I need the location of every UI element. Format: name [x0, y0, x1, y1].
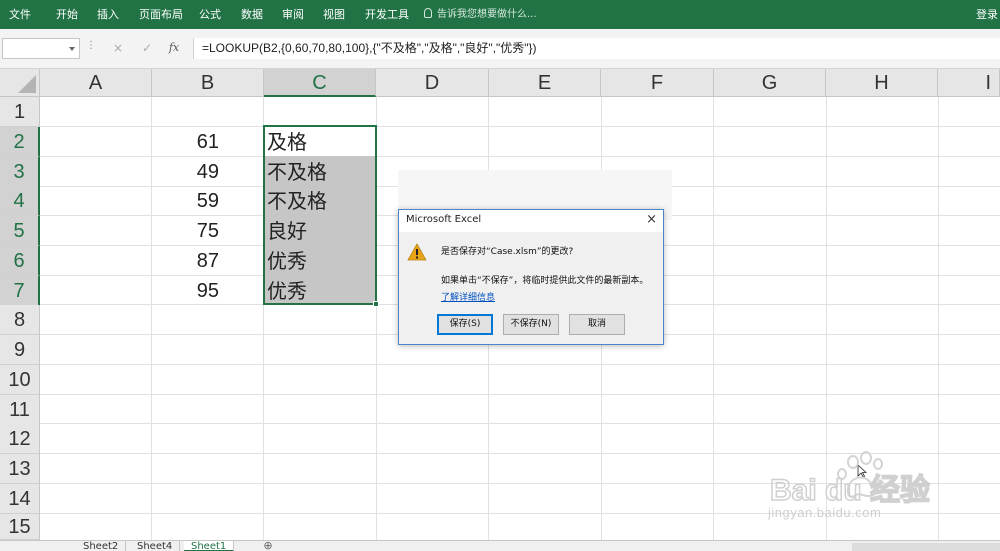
grid-line	[40, 364, 1000, 365]
cell-b7[interactable]: 95	[152, 276, 264, 306]
horizontal-scrollbar[interactable]	[852, 543, 1000, 551]
dont-save-button[interactable]: 不保存(N)	[503, 314, 559, 335]
row-header-9[interactable]: 9	[0, 335, 40, 365]
row-header-1[interactable]: 1	[0, 97, 40, 127]
grip-dots-icon: ⋮	[86, 40, 96, 51]
tab-data[interactable]: 数据	[241, 0, 263, 29]
row-header-6[interactable]: 6	[0, 246, 40, 276]
cell-b2[interactable]: 61	[152, 127, 264, 157]
save-changes-dialog: Microsoft Excel × 是否保存对“Case.xlsm”的更改? 如…	[398, 209, 664, 345]
column-header-i[interactable]: I	[938, 69, 1000, 97]
row-header-4[interactable]: 4	[0, 186, 40, 216]
tell-me-search[interactable]: 告诉我您想要做什么...	[424, 0, 537, 29]
fill-handle[interactable]	[373, 301, 379, 307]
name-box[interactable]	[2, 38, 80, 59]
insert-function-icon[interactable]: fx	[164, 39, 184, 57]
row-header-2[interactable]: 2	[0, 127, 40, 157]
add-sheet-icon[interactable]: ⊕	[262, 540, 274, 551]
row-header-15[interactable]: 15	[0, 514, 40, 540]
cell-b3[interactable]: 49	[152, 157, 264, 187]
row-header-13[interactable]: 13	[0, 454, 40, 484]
dialog-title: Microsoft Excel	[406, 214, 482, 225]
login-link[interactable]: 登录	[976, 0, 998, 29]
lightbulb-icon	[424, 8, 432, 18]
column-header-a[interactable]: A	[40, 69, 152, 97]
sheet-tab-bar: Sheet2 Sheet4 Sheet1 ⊕	[0, 540, 1000, 551]
column-header-e[interactable]: E	[489, 69, 601, 97]
grid-line	[40, 394, 1000, 395]
column-header-d[interactable]: D	[376, 69, 489, 97]
sheet-tab-sheet1[interactable]: Sheet1	[184, 541, 235, 551]
row-header-12[interactable]: 12	[0, 424, 40, 454]
row-header-14[interactable]: 14	[0, 484, 40, 514]
row-header-8[interactable]: 8	[0, 305, 40, 335]
column-header-f[interactable]: F	[601, 69, 714, 97]
selection-border	[263, 125, 377, 305]
grid-line	[713, 97, 714, 540]
grid-line	[40, 423, 1000, 424]
select-all-triangle-icon	[18, 75, 36, 93]
tab-page-layout[interactable]: 页面布局	[139, 0, 183, 29]
tab-formulas[interactable]: 公式	[199, 0, 221, 29]
close-icon[interactable]: ×	[646, 213, 657, 227]
formula-bar: ⋮ × ✓ fx =LOOKUP(B2,{0,60,70,80,100},{"不…	[0, 29, 1000, 69]
row-header-3[interactable]: 3	[0, 157, 40, 187]
row-header-11[interactable]: 11	[0, 395, 40, 425]
column-header-c[interactable]: C	[264, 69, 376, 97]
row-header-5[interactable]: 5	[0, 216, 40, 246]
save-button[interactable]: 保存(S)	[437, 314, 493, 335]
column-header-h[interactable]: H	[826, 69, 938, 97]
row-header-10[interactable]: 10	[0, 365, 40, 395]
dialog-question: 是否保存对“Case.xlsm”的更改?	[441, 247, 574, 257]
dialog-info: 如果单击“不保存”，将临时提供此文件的最新副本。	[441, 276, 649, 286]
cell-b5[interactable]: 75	[152, 216, 264, 246]
tab-developer[interactable]: 开发工具	[365, 0, 409, 29]
cancel-icon[interactable]: ×	[108, 39, 128, 57]
cell-b4[interactable]: 59	[152, 186, 264, 216]
tab-review[interactable]: 审阅	[282, 0, 304, 29]
column-header-b[interactable]: B	[152, 69, 264, 97]
sheet-tab-sheet4[interactable]: Sheet4	[130, 541, 181, 551]
row-header-7[interactable]: 7	[0, 276, 40, 306]
tab-file[interactable]: 文件	[9, 0, 31, 29]
chevron-down-icon[interactable]	[69, 47, 75, 51]
column-header-g[interactable]: G	[714, 69, 826, 97]
watermark-brand: Bai du 经验	[770, 473, 930, 507]
sheet-tab-sheet2[interactable]: Sheet2	[76, 541, 127, 551]
tab-home[interactable]: 开始	[56, 0, 78, 29]
formula-input[interactable]: =LOOKUP(B2,{0,60,70,80,100},{"不及格","及格",…	[193, 38, 1000, 59]
cell-b6[interactable]: 87	[152, 246, 264, 276]
dialog-titlebar: Microsoft Excel ×	[399, 210, 663, 232]
cancel-button[interactable]: 取消	[569, 314, 625, 335]
select-all-corner[interactable]	[0, 69, 40, 97]
warning-icon	[407, 243, 427, 261]
enter-icon[interactable]: ✓	[137, 39, 157, 57]
watermark-url: jingyan.baidu.com	[768, 505, 882, 520]
ribbon-tab-bar: 文件 开始 插入 页面布局 公式 数据 审阅 视图 开发工具 告诉我您想要做什么…	[0, 0, 1000, 29]
tab-insert[interactable]: 插入	[97, 0, 119, 29]
tab-view[interactable]: 视图	[323, 0, 345, 29]
learn-more-link[interactable]: 了解详细信息	[441, 290, 495, 303]
tell-me-text: 告诉我您想要做什么...	[437, 9, 537, 20]
